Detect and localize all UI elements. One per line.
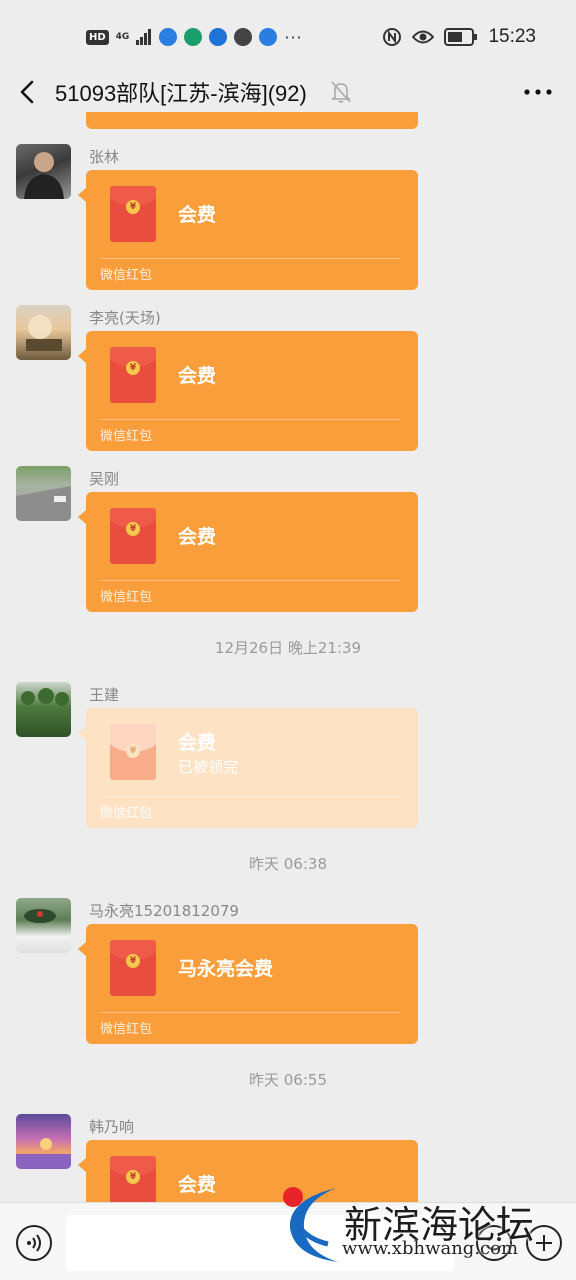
red-packet[interactable]: ¥ 会费 微信红包 — [78, 492, 418, 612]
status-bar: HD 4G ··· 15:23 — [0, 0, 576, 72]
red-packet[interactable]: ¥ 会费 微信红包 — [78, 170, 418, 290]
red-envelope-icon: ¥ — [110, 508, 156, 564]
watermark-logo-icon — [283, 1187, 338, 1262]
telegram-icon — [209, 28, 228, 46]
red-packet-label: 微信红包 — [100, 806, 153, 821]
divider — [100, 258, 400, 259]
red-packet-label: 微信红包 — [100, 268, 153, 283]
timestamp: 昨天 06:38 — [249, 855, 327, 873]
red-packet-title: 会费 — [178, 204, 217, 226]
divider — [100, 580, 400, 581]
more-notifications-icon: ··· — [284, 27, 303, 47]
divider — [100, 796, 400, 797]
red-packet-opened[interactable]: ¥ 会费 已被领完 微信红包 — [78, 708, 418, 828]
signal-icon — [136, 29, 152, 45]
nfc-icon — [383, 28, 402, 46]
avatar[interactable] — [16, 898, 71, 953]
red-packet[interactable]: ¥ 会费 微信红包 — [78, 331, 418, 451]
more-options-icon[interactable] — [522, 82, 554, 102]
watermark-url: www.xbhwang.com — [342, 1238, 519, 1259]
red-packet-status: 已被领完 — [178, 758, 239, 776]
network-type: 4G — [115, 31, 130, 42]
divider — [100, 419, 400, 420]
red-packet-title: 会费 — [178, 526, 217, 548]
red-envelope-icon: ¥ — [110, 940, 156, 996]
message-icon — [234, 28, 253, 46]
app-notification-icon — [159, 28, 178, 46]
battery-icon — [444, 28, 478, 46]
china-mobile-icon — [184, 28, 203, 46]
muted-bell-icon — [331, 81, 351, 103]
avatar[interactable] — [16, 466, 71, 521]
avatar[interactable] — [16, 682, 71, 737]
timestamp: 昨天 06:55 — [249, 1071, 327, 1089]
red-packet-title: 会费 — [178, 365, 217, 387]
eye-comfort-icon — [412, 30, 435, 44]
back-arrow-icon[interactable] — [14, 76, 44, 108]
site-watermark: 新滨海论坛 www.xbhwang.com — [280, 1178, 576, 1280]
red-packet-title: 马永亮会费 — [178, 958, 274, 980]
red-envelope-icon: ¥ — [110, 186, 156, 242]
status-left: HD 4G ··· — [86, 26, 303, 48]
clock-time: 15:23 — [488, 26, 536, 47]
voice-input-icon[interactable] — [16, 1225, 52, 1261]
opened-envelope-icon: ¥ — [110, 724, 156, 780]
red-packet-title: 会费 — [178, 732, 217, 754]
chat-title: 51093部队[江苏-滨海](92) — [55, 81, 307, 106]
sender-name: 王建 — [89, 686, 120, 704]
timestamp: 12月26日 晚上21:39 — [214, 639, 362, 657]
red-packet-title: 会费 — [178, 1174, 217, 1196]
chat-header: 51093部队[江苏-滨海](92) — [0, 72, 576, 112]
app-notification-icon-2 — [259, 28, 278, 46]
sender-name: 韩乃响 — [89, 1118, 135, 1136]
red-packet-label: 微信红包 — [100, 1022, 153, 1037]
avatar[interactable] — [16, 1114, 71, 1169]
red-envelope-icon: ¥ — [110, 347, 156, 403]
divider — [100, 1012, 400, 1013]
avatar[interactable] — [16, 305, 71, 360]
red-packet-label: 微信红包 — [100, 590, 153, 605]
previous-packet-edge — [86, 112, 418, 129]
sender-name: 吴刚 — [89, 470, 120, 488]
sender-name: 张林 — [89, 148, 120, 166]
avatar[interactable] — [16, 144, 71, 199]
red-packet[interactable]: ¥ 马永亮会费 微信红包 — [78, 924, 418, 1044]
sender-name: 李亮(天场) — [89, 309, 161, 327]
hd-icon: HD — [86, 29, 109, 45]
status-right: 15:23 — [382, 24, 536, 50]
red-packet-label: 微信红包 — [100, 429, 153, 444]
sender-name: 马永亮15201812079 — [89, 902, 239, 920]
